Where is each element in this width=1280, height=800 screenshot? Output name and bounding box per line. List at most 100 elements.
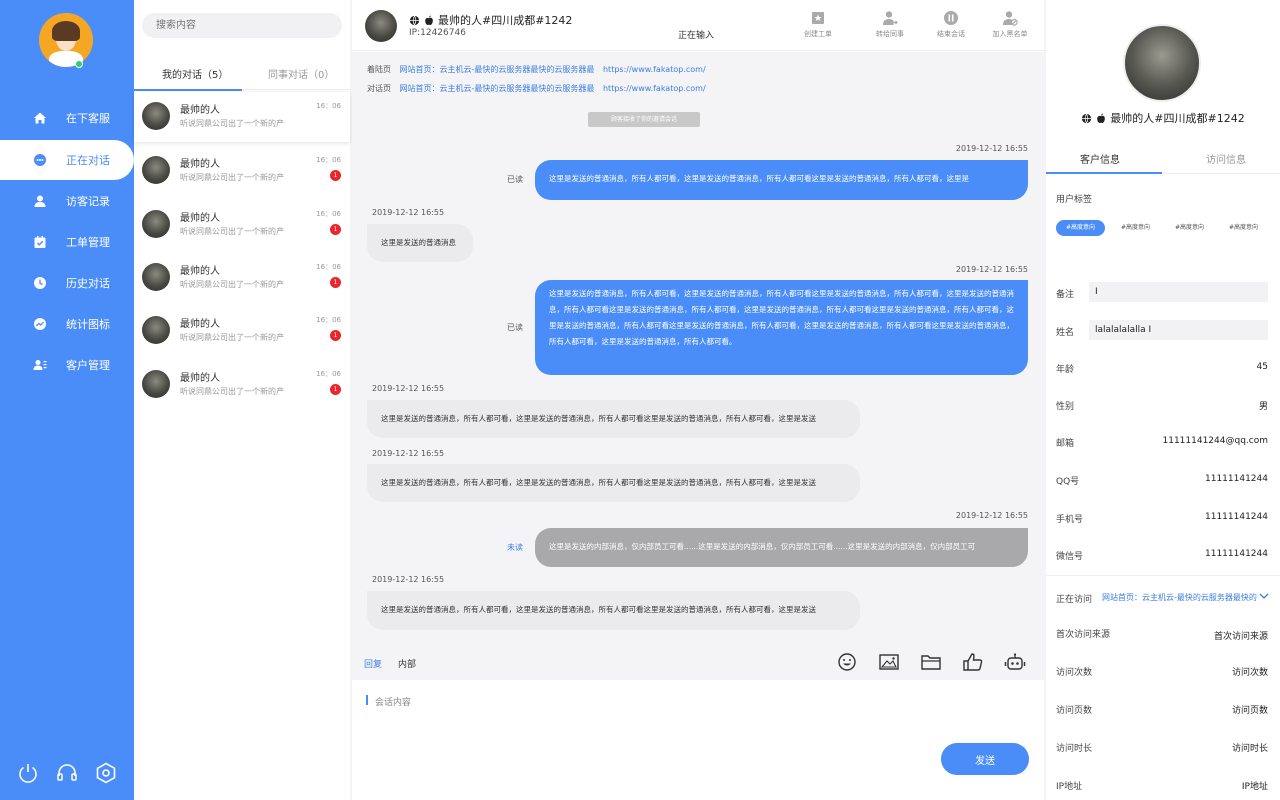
settings-icon[interactable]	[93, 760, 119, 786]
user-tag[interactable]: #高度意向	[1111, 220, 1160, 236]
message-area[interactable]: 着陆页 网站首页：云主机云-最快的云服务器最快的云服务器最 https://ww…	[352, 52, 1044, 644]
nav-item-statistics[interactable]: 统计图标	[0, 304, 134, 344]
nav-item-online-service[interactable]: 在下客服	[0, 98, 134, 138]
tab-my-conversations[interactable]: 我的对话（5）	[162, 66, 228, 81]
remark-field[interactable]	[1089, 282, 1268, 302]
conversation-item[interactable]: 最帅的人 听说同鼎公司出了一个新的产 16：06 1	[134, 253, 350, 303]
action-label: 加入黑名单	[992, 30, 1028, 38]
conversation-time: 16：06	[316, 370, 341, 378]
globe-icon	[1082, 113, 1092, 123]
landing-link[interactable]: 网站首页：云主机云-最快的云服务器最快的云服务器最	[400, 65, 595, 74]
conversation-preview: 听说同鼎公司出了一个新的产	[180, 333, 284, 342]
thumbs-up-icon[interactable]	[960, 650, 986, 674]
search-input[interactable]	[142, 13, 342, 38]
customer-name: 最帅的人#四川成都#1242	[1110, 112, 1245, 125]
conversation-item[interactable]: 最帅的人 听说同鼎公司出了一个新的产 16：06 1	[134, 200, 350, 250]
power-icon[interactable]	[15, 760, 41, 786]
landing-page-row: 着陆页 网站首页：云主机云-最快的云服务器最快的云服务器最 https://ww…	[367, 64, 706, 75]
message-bubble-incoming[interactable]: 这里是发送的普通消息	[367, 224, 473, 262]
tab-customer-info[interactable]: 客户信息	[1080, 151, 1120, 166]
nav-item-label: 工单管理	[66, 236, 110, 249]
nav-item-history[interactable]: 历史对话	[0, 263, 134, 303]
message-bubble-incoming[interactable]: 这里是发送的普通消息，所有人都可看，这里是发送的普通消息，所有人都可看这里是发送…	[367, 400, 860, 438]
dialog-page-url[interactable]: https://www.fakatop.com/	[603, 84, 706, 93]
action-label: 转给同事	[876, 30, 904, 38]
apple-icon	[425, 15, 433, 25]
avatar	[142, 370, 170, 398]
composer-accent-bar	[366, 695, 368, 705]
field-label: 性别	[1056, 402, 1075, 412]
blacklist-button[interactable]: 加入黑名单	[985, 10, 1035, 39]
send-button[interactable]: 发送	[941, 743, 1029, 775]
chevron-down-icon[interactable]	[1258, 590, 1270, 602]
visitor-ip: IP:12426746	[409, 28, 466, 38]
nav-item-tickets[interactable]: 工单管理	[0, 222, 134, 262]
conversation-time: 16：06	[316, 210, 341, 218]
message-bubble-outgoing[interactable]: 这里是发送的普通消息，所有人都可看，这里是发送的普通消息，所有人都可看这里是发送…	[535, 280, 1028, 375]
user-tag[interactable]: #高度意向	[1165, 220, 1214, 236]
name-field[interactable]	[1089, 320, 1268, 340]
contacts-icon	[33, 358, 47, 372]
transfer-button[interactable]: 转给同事	[865, 10, 915, 39]
duration-value: 访问时长	[1231, 744, 1268, 754]
conversation-item[interactable]: 最帅的人 听说同鼎公司出了一个新的产 16：06 1	[134, 146, 350, 196]
message-bubble-incoming[interactable]: 这里是发送的普通消息，所有人都可看，这里是发送的普通消息，所有人都可看这里是发送…	[367, 464, 860, 502]
message-bubble-outgoing[interactable]: 这里是发送的普通消息，所有人都可看，这里是发送的普通消息，所有人都可看这里是发送…	[535, 160, 1028, 200]
message-bubble-incoming[interactable]: 这里是发送的普通消息，所有人都可看，这里是发送的普通消息，所有人都可看这里是发送…	[367, 591, 860, 630]
landing-url[interactable]: https://www.fakatop.com/	[603, 65, 706, 74]
tab-underline	[134, 89, 242, 91]
user-tag[interactable]: #高度意向	[1219, 220, 1268, 236]
customer-tabs: 客户信息 访问信息	[1046, 144, 1280, 174]
nav-item-label: 统计图标	[66, 318, 110, 331]
tab-reply[interactable]: 回复	[364, 657, 382, 670]
dialog-page-link[interactable]: 网站首页：云主机云-最快的云服务器最快的云服务器最	[400, 84, 595, 93]
email-value: 11111141244@qq.com	[1162, 436, 1269, 446]
unread-badge: 1	[330, 330, 341, 341]
nav-item-active-chats[interactable]: 正在对话	[0, 140, 134, 180]
avatar	[142, 156, 170, 184]
nav-item-visitor-records[interactable]: 访客记录	[0, 181, 134, 221]
tab-visit-info[interactable]: 访问信息	[1206, 151, 1246, 166]
conversation-name: 最帅的人	[180, 373, 220, 384]
composer-placeholder: 会话内容	[375, 698, 412, 708]
message-time: 2019-12-12 16:55	[372, 449, 445, 458]
visitor-title: 最帅的人#四川成都#1242	[409, 12, 572, 28]
dialog-page-label: 对话页	[367, 84, 391, 93]
conversation-item[interactable]: 最帅的人 听说同鼎公司出了一个新的产 16：06	[134, 92, 350, 142]
agent-avatar[interactable]	[39, 13, 93, 67]
field-label: IP地址	[1056, 782, 1083, 792]
robot-icon[interactable]	[1002, 650, 1028, 674]
conversation-item[interactable]: 最帅的人 听说同鼎公司出了一个新的产 16：06 1	[134, 360, 350, 410]
emoji-icon[interactable]	[834, 650, 860, 674]
create-ticket-button[interactable]: 创建工单	[793, 10, 843, 39]
qq-value: 11111141244	[1205, 474, 1268, 484]
conversation-preview: 听说同鼎公司出了一个新的产	[180, 119, 284, 128]
field-label: QQ号	[1056, 477, 1080, 487]
nav-bottom-actions	[0, 760, 134, 786]
tab-colleague-conversations[interactable]: 同事对话（0）	[268, 66, 334, 81]
field-label: 首次访问来源	[1056, 630, 1111, 640]
first-source-value: 首次访问来源	[1213, 632, 1268, 642]
typing-status: 正在输入	[678, 31, 715, 41]
nav-item-customers[interactable]: 客户管理	[0, 345, 134, 385]
message-composer[interactable]: 会话内容 发送	[359, 684, 1039, 800]
conversation-item[interactable]: 最帅的人 听说同鼎公司出了一个新的产 16：06 1	[134, 306, 350, 356]
user-tag[interactable]: #高度意向	[1056, 220, 1105, 236]
phone-value: 11111141244	[1205, 512, 1268, 522]
visit-count-value: 访问次数	[1231, 668, 1268, 678]
read-status: 已读	[507, 175, 523, 184]
visiting-link[interactable]: 网站首页：云主机云-最快的云服务器最快的	[1102, 592, 1257, 603]
folder-icon[interactable]	[918, 650, 944, 674]
tab-internal[interactable]: 内部	[398, 657, 416, 670]
headset-icon[interactable]	[54, 760, 80, 786]
avatar	[142, 102, 170, 130]
conversation-time: 16：06	[316, 316, 341, 324]
conversation-time: 16：06	[316, 263, 341, 271]
image-icon[interactable]	[876, 650, 902, 674]
message-bubble-internal[interactable]: 这里是发送的内部消息，仅内部员工可看......这里是发送的内部消息，仅内部员工…	[535, 528, 1028, 567]
end-session-button[interactable]: 结束会话	[926, 10, 976, 39]
chart-icon	[33, 317, 47, 331]
customer-title: 最帅的人#四川成都#1242	[1046, 110, 1280, 126]
wechat-value: 11111141244	[1205, 549, 1268, 559]
page-count-value: 访问页数	[1231, 706, 1268, 716]
